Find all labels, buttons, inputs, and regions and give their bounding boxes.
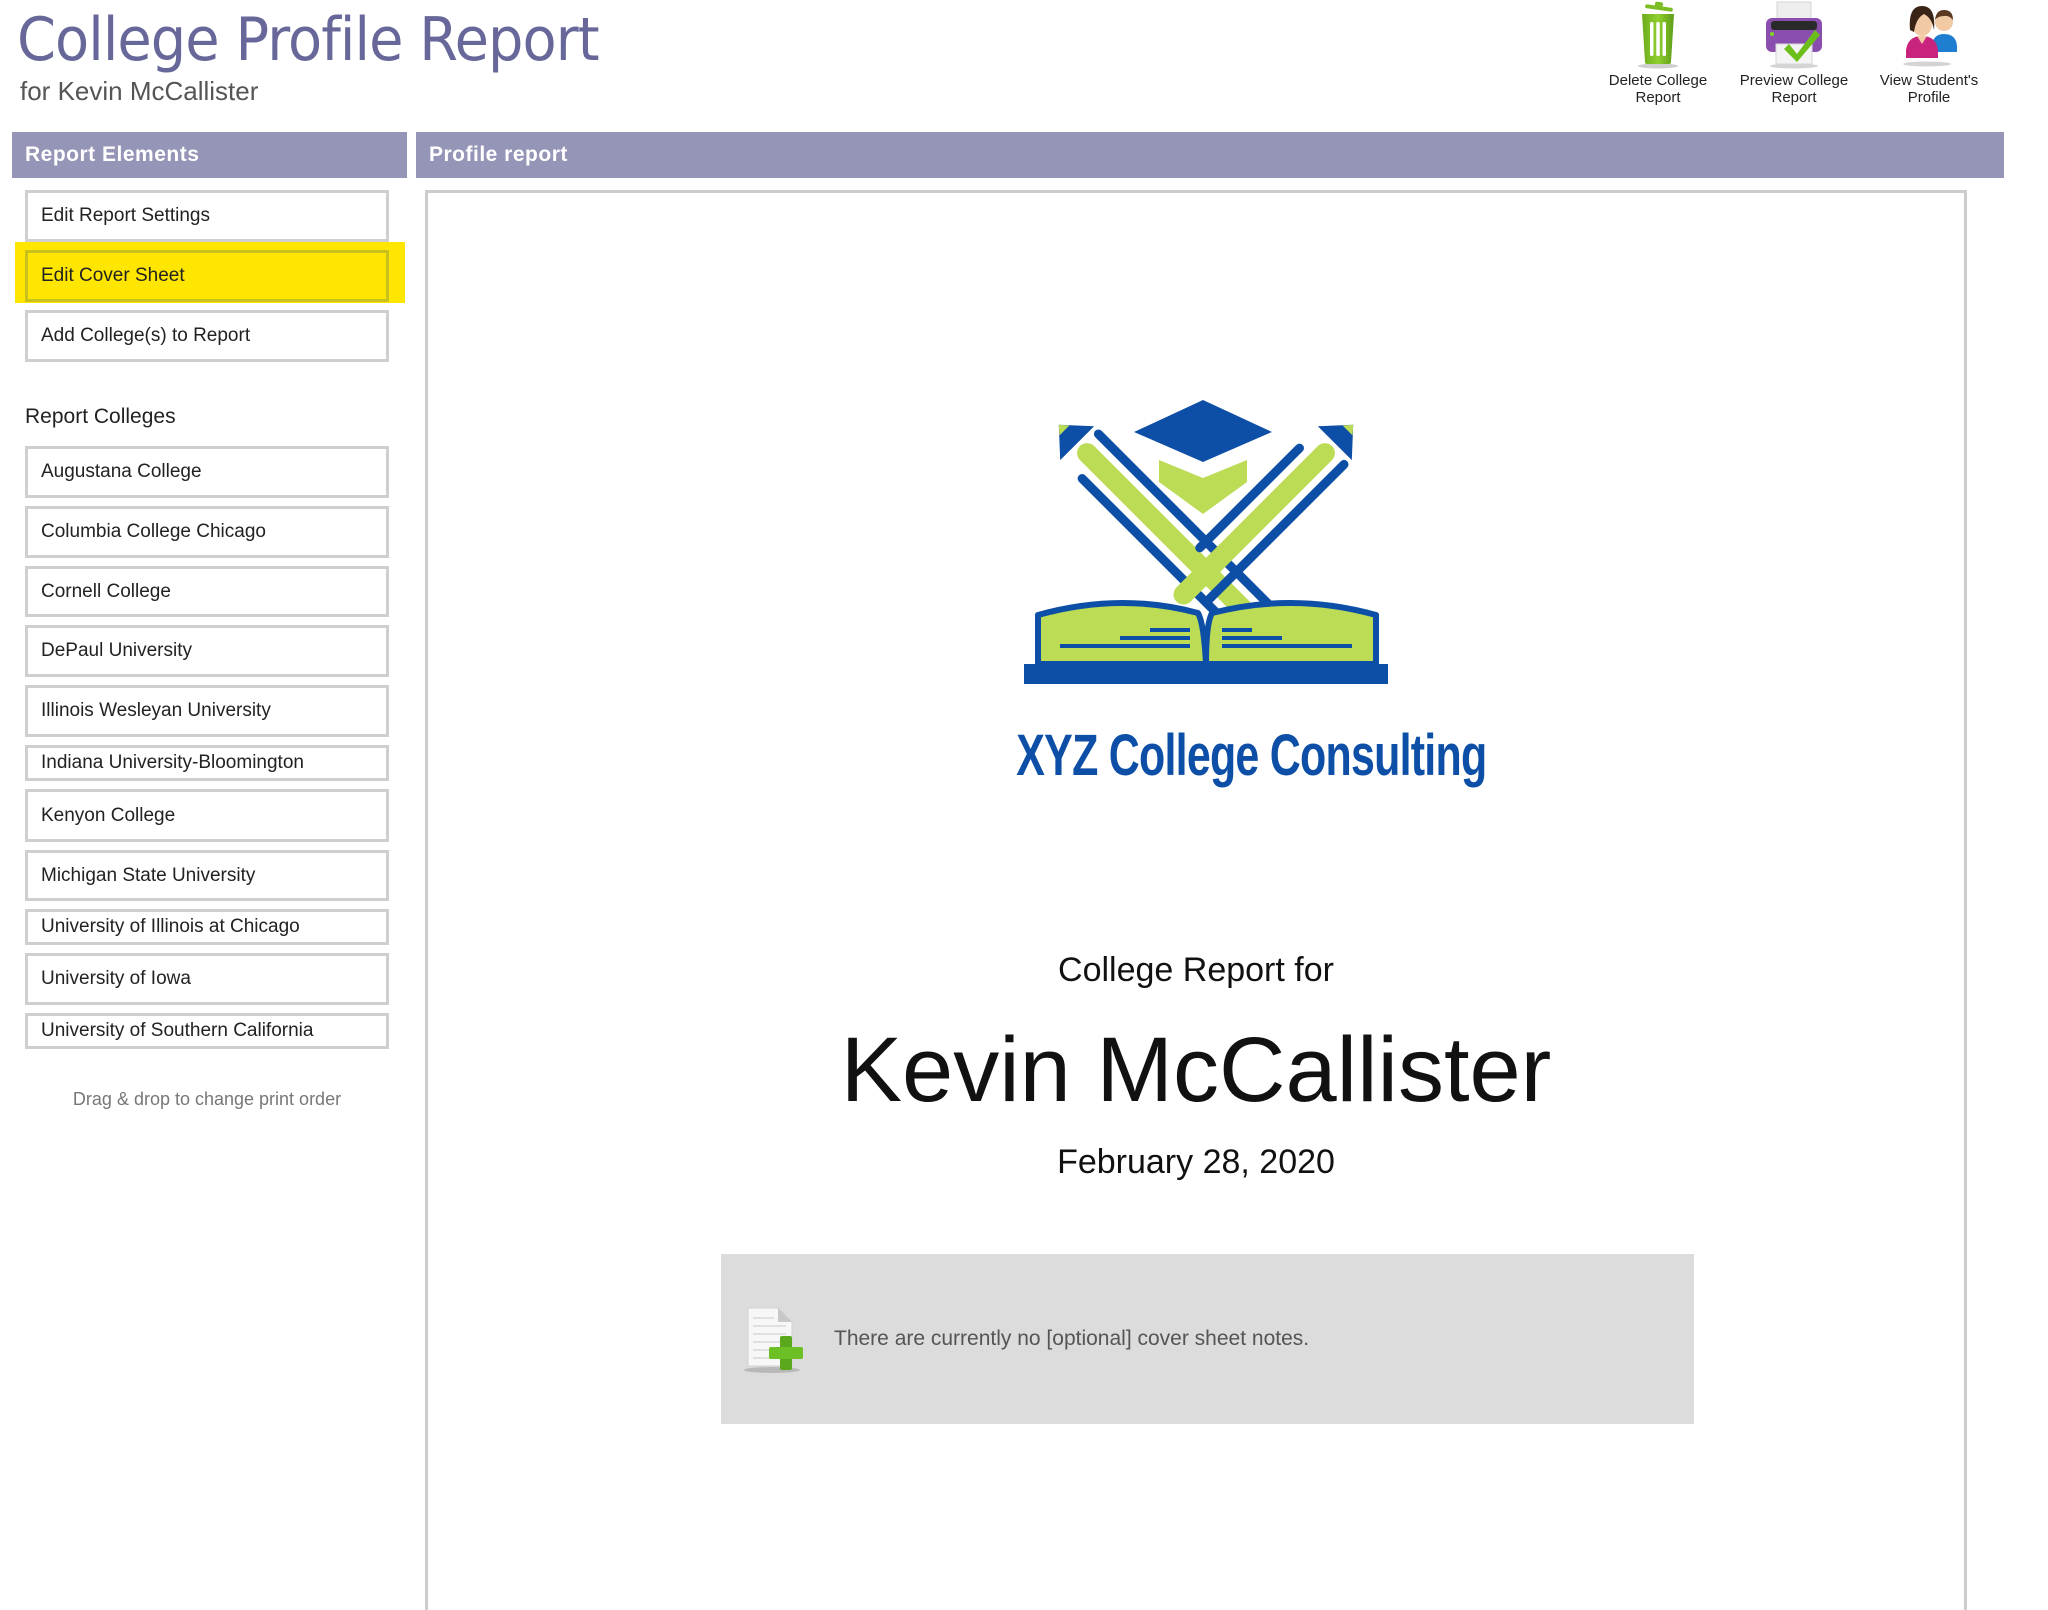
edit-report-settings-button[interactable]: Edit Report Settings: [25, 190, 389, 242]
logo-text: XYZ College Consulting: [1016, 723, 1487, 788]
preview-college-report-label: Preview College Report: [1739, 72, 1849, 106]
cover-student-name: Kevin McCallister: [840, 1019, 1552, 1121]
college-item[interactable]: Cornell College: [25, 566, 389, 617]
cover-notes-text: There are currently no [optional] cover …: [834, 1327, 1310, 1350]
cover-date: February 28, 2020: [1057, 1143, 1335, 1181]
college-item[interactable]: University of Southern California: [25, 1013, 389, 1049]
page-subtitle: for Kevin McCallister: [20, 76, 259, 106]
college-item[interactable]: DePaul University: [25, 625, 389, 677]
company-logo: [1020, 396, 1392, 696]
add-colleges-button[interactable]: Add College(s) to Report: [25, 310, 389, 362]
college-item[interactable]: University of Iowa: [25, 953, 389, 1005]
college-item[interactable]: University of Illinois at Chicago: [25, 909, 389, 945]
page-title: College Profile Report: [17, 5, 600, 75]
add-document-icon[interactable]: [742, 1306, 806, 1374]
college-item[interactable]: Columbia College Chicago: [25, 506, 389, 558]
college-item[interactable]: Kenyon College: [25, 789, 389, 842]
college-item[interactable]: Indiana University-Bloomington: [25, 745, 389, 781]
view-students-profile-label: View Student's Profile: [1879, 72, 1979, 106]
logo-graphic-icon: [1024, 400, 1388, 684]
delete-college-report-label: Delete College Report: [1608, 72, 1708, 106]
report-elements-header: Report Elements: [12, 132, 407, 178]
edit-cover-sheet-button[interactable]: Edit Cover Sheet: [25, 250, 389, 302]
cover-notes-box[interactable]: There are currently no [optional] cover …: [721, 1254, 1694, 1424]
report-colleges-heading: Report Colleges: [25, 405, 176, 428]
college-item[interactable]: Illinois Wesleyan University: [25, 685, 389, 737]
preview-college-report-button[interactable]: Preview College Report: [1726, 0, 1862, 106]
college-item[interactable]: Augustana College: [25, 446, 389, 498]
drag-drop-hint: Drag & drop to change print order: [72, 1089, 342, 1109]
college-item[interactable]: Michigan State University: [25, 850, 389, 901]
view-students-profile-button[interactable]: View Student's Profile: [1861, 0, 1997, 106]
trash-icon: [1623, 0, 1693, 70]
profile-report-header: Profile report: [416, 132, 2004, 178]
delete-college-report-button[interactable]: Delete College Report: [1590, 0, 1726, 106]
users-icon: [1894, 0, 1964, 70]
cover-report-for: College Report for: [1058, 951, 1334, 989]
printer-check-icon: [1759, 0, 1829, 70]
